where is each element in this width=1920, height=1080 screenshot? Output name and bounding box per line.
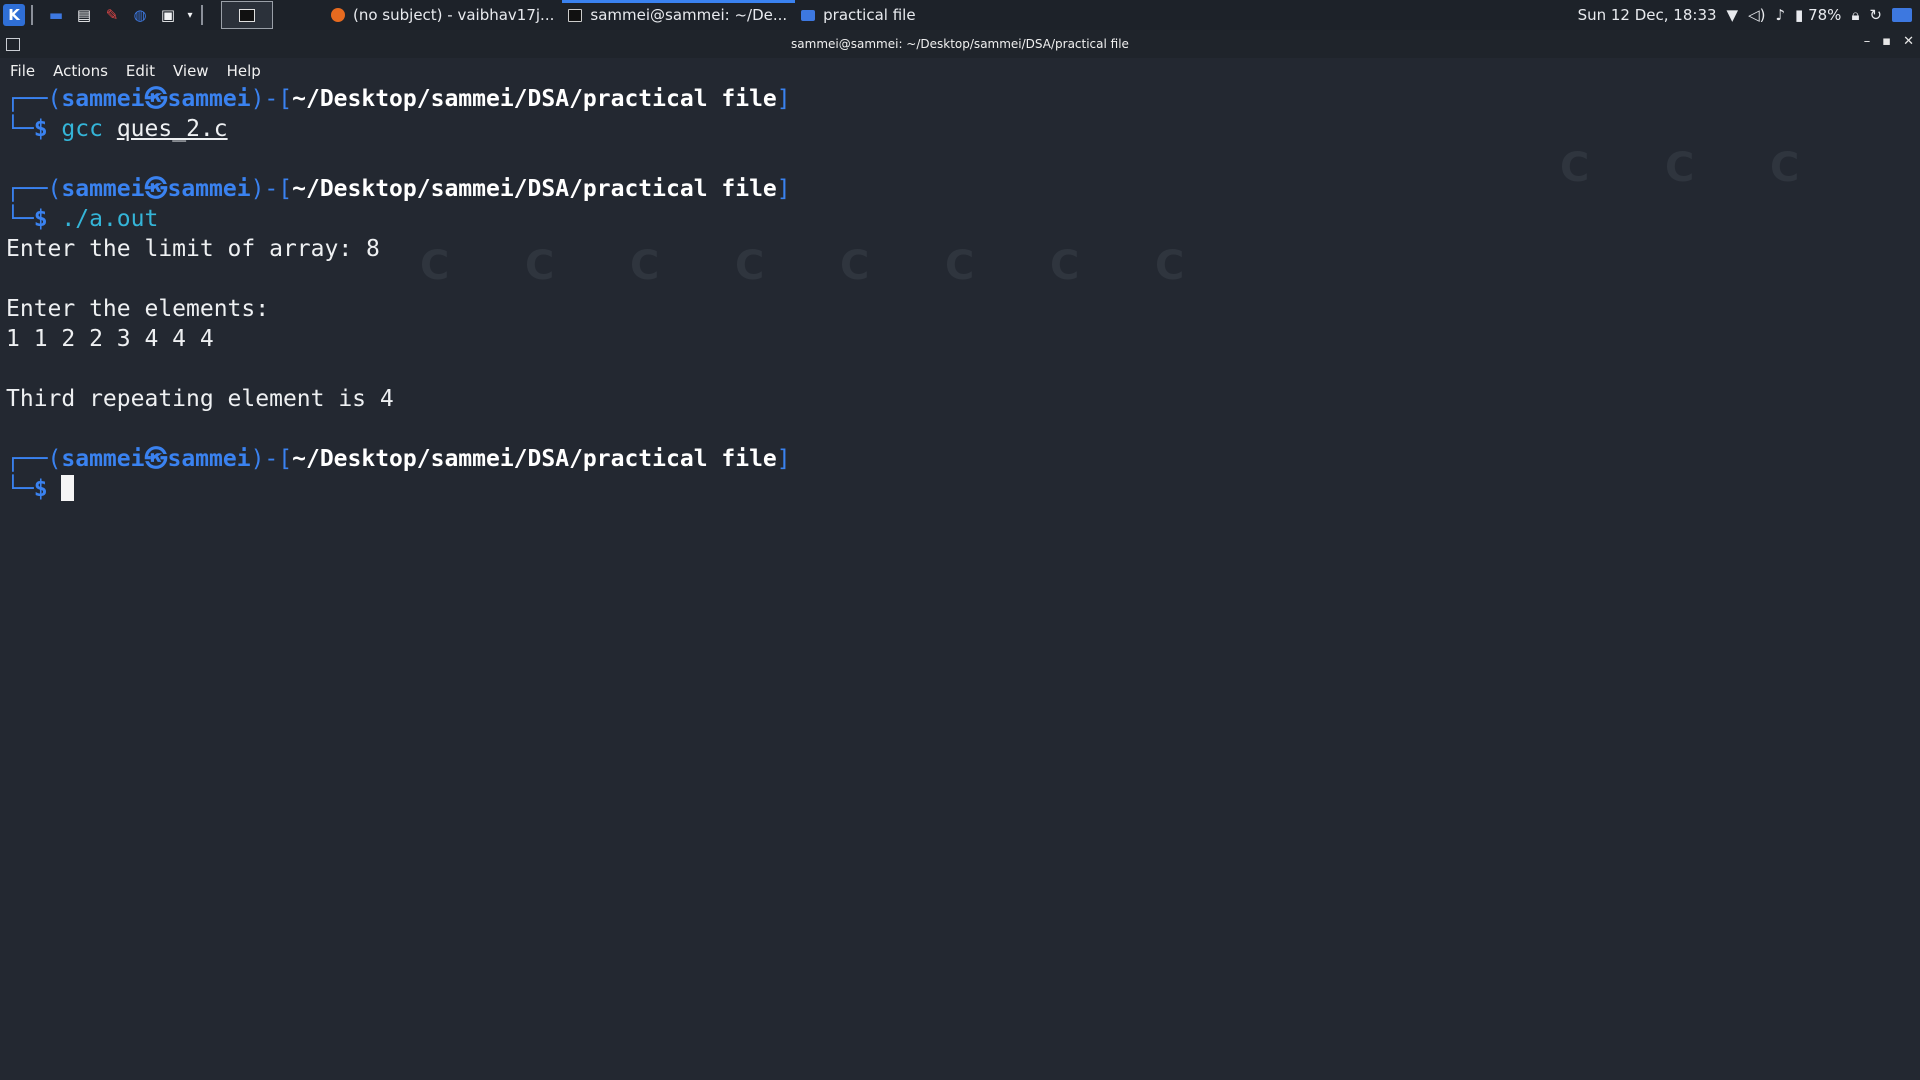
web-browser-icon[interactable]: ◍ (129, 4, 151, 26)
prompt-line: ┌──(sammei㉿sammei)-[~/Desktop/sammei/DSA… (6, 446, 791, 472)
task-terminal[interactable]: sammei@sammei: ~/De... (562, 0, 795, 30)
workspace-switcher[interactable] (221, 1, 273, 29)
prompt-path: ~/Desktop/sammei/DSA/practical file (292, 446, 777, 472)
minimize-icon[interactable]: – (1864, 34, 1871, 49)
battery-indicator[interactable]: ▮ 78% (1795, 6, 1841, 24)
file-manager-icon[interactable]: ▤ (73, 4, 95, 26)
command-line: └─$ ./a.out (6, 206, 159, 232)
window-titlebar[interactable]: sammei@sammei: ~/Desktop/sammei/DSA/prac… (0, 30, 1920, 58)
prompt-host: sammei (167, 86, 251, 112)
firefox-icon (331, 8, 345, 22)
prompt-line: ┌──(sammei㉿sammei)-[~/Desktop/sammei/DSA… (6, 176, 791, 202)
display-icon[interactable] (1892, 8, 1912, 22)
terminal-launcher-icon[interactable]: ▣ (157, 4, 179, 26)
show-desktop-icon[interactable]: ▬ (45, 4, 67, 26)
lock-icon[interactable]: 🔒︎ (1851, 6, 1859, 24)
text-editor-icon[interactable]: ✎ (101, 4, 123, 26)
menu-edit[interactable]: Edit (116, 62, 163, 80)
terminal-icon (568, 8, 583, 22)
maximize-icon[interactable]: ▪ (1882, 34, 1891, 49)
prompt-symbol: $ (33, 206, 48, 232)
prompt-symbol: $ (33, 116, 48, 142)
task-file-manager[interactable]: practical file (795, 0, 923, 30)
refresh-icon[interactable]: ↻ (1869, 6, 1882, 24)
notification-bell-icon[interactable]: ♪ (1775, 6, 1785, 24)
prompt-path: ~/Desktop/sammei/DSA/practical file (292, 86, 777, 112)
system-tray: Sun 12 Dec, 18:33 ▼ ◁) ♪ ▮ 78% 🔒︎ ↻ (1578, 6, 1920, 24)
prompt-host: sammei (167, 176, 251, 202)
output-line: Third repeating element is 4 (6, 386, 394, 412)
terminal-app-icon[interactable] (6, 38, 20, 51)
task-label: practical file (823, 6, 916, 24)
wifi-icon[interactable]: ▼ (1727, 6, 1739, 24)
command-line[interactable]: └─$ (0, 474, 1920, 504)
text-cursor (61, 475, 75, 501)
workspace-window-icon (239, 8, 255, 22)
prompt-at: ㉿ (144, 86, 168, 112)
menu-bar: File Actions Edit View Help (0, 58, 1920, 84)
prompt-line: ┌──(sammei㉿sammei)-[~/Desktop/sammei/DSA… (6, 86, 791, 112)
battery-percent: 78% (1808, 6, 1842, 24)
task-label: sammei@sammei: ~/De... (590, 6, 788, 24)
close-icon[interactable]: ✕ (1903, 34, 1914, 49)
volume-icon[interactable]: ◁) (1748, 6, 1765, 24)
prompt-symbol: $ (33, 476, 48, 502)
clock[interactable]: Sun 12 Dec, 18:33 (1578, 6, 1717, 24)
prompt-user: sammei (61, 176, 145, 202)
panel-separator (31, 5, 33, 25)
panel-separator (201, 5, 203, 25)
output-line: Enter the elements: (6, 296, 270, 322)
taskbar: (no subject) - vaibhav17j... sammei@samm… (325, 0, 924, 30)
command-text: ./a.out (61, 206, 159, 232)
folder-icon (801, 9, 816, 21)
prompt-at: ㉿ (144, 176, 168, 202)
window-title: sammei@sammei: ~/Desktop/sammei/DSA/prac… (791, 37, 1129, 51)
menu-file[interactable]: File (0, 62, 43, 80)
menu-help[interactable]: Help (217, 62, 269, 80)
task-label: (no subject) - vaibhav17j... (353, 6, 555, 24)
command-text: gcc (61, 116, 103, 142)
kali-menu-icon[interactable]: K (3, 4, 25, 26)
task-firefox[interactable]: (no subject) - vaibhav17j... (325, 0, 562, 30)
command-line: └─$ gcc ques_2.c (6, 116, 228, 142)
command-arg: ques_2.c (116, 116, 228, 142)
prompt-user: sammei (61, 86, 145, 112)
output-line: 1 1 2 2 3 4 4 4 (6, 326, 214, 352)
prompt-path: ~/Desktop/sammei/DSA/practical file (292, 176, 777, 202)
terminal-output[interactable]: ┌──(sammei㉿sammei)-[~/Desktop/sammei/DSA… (0, 84, 1920, 1080)
chevron-down-icon[interactable]: ▾ (185, 4, 195, 26)
prompt-at: ㉿ (144, 446, 168, 472)
prompt-host: sammei (167, 446, 251, 472)
prompt-user: sammei (61, 446, 145, 472)
window-controls: – ▪ ✕ (1864, 34, 1914, 49)
menu-actions[interactable]: Actions (43, 62, 116, 80)
menu-view[interactable]: View (163, 62, 217, 80)
battery-icon: ▮ (1795, 6, 1804, 24)
top-panel: K ▬ ▤ ✎ ◍ ▣ ▾ (no subject) - vaibhav17j.… (0, 0, 1920, 30)
output-line: Enter the limit of array: 8 (6, 236, 380, 262)
